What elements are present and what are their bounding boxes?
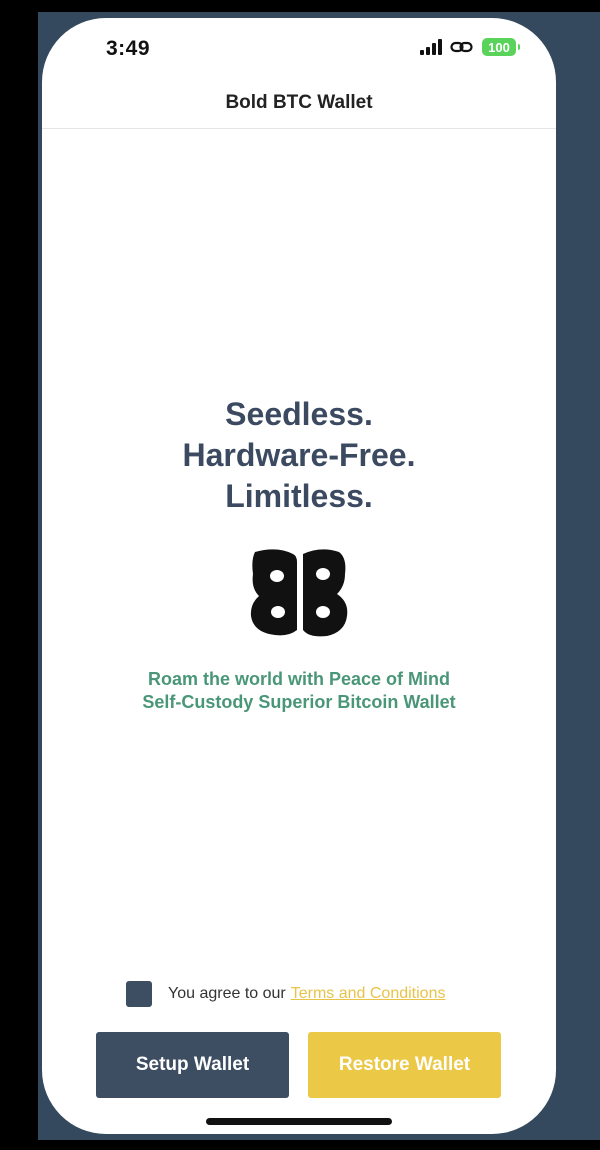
terms-link[interactable]: Terms and Conditions [291, 985, 446, 1003]
bb-logo [247, 546, 351, 638]
battery-icon: 100 [482, 38, 520, 56]
tagline-line-1: Roam the world with Peace of Mind [147, 669, 451, 689]
phone-screen: 3:49 100 Bold BTC Wallet Seedless. Hardw… [42, 18, 556, 1134]
restore-wallet-button[interactable]: Restore Wallet [308, 1032, 501, 1098]
headline: Seedless. Hardware-Free. Limitless. [42, 394, 556, 517]
headline-line-3: Limitless. [225, 478, 373, 514]
status-bar: 3:49 100 [42, 18, 556, 78]
terms-row: You agree to our Terms and Conditions [126, 980, 445, 1008]
nav-title: Bold BTC Wallet [225, 92, 373, 113]
terms-checkbox[interactable] [126, 981, 152, 1007]
headline-line-1: Seedless. [225, 396, 373, 432]
nav-bar: Bold BTC Wallet [42, 78, 556, 129]
link-icon [450, 38, 474, 56]
setup-wallet-button[interactable]: Setup Wallet [96, 1032, 289, 1098]
home-indicator [206, 1118, 392, 1125]
terms-text: You agree to our [168, 985, 286, 1002]
signal-icon [420, 39, 442, 55]
tagline-line-2: Self-Custody Superior Bitcoin Wallet [142, 692, 456, 712]
status-time: 3:49 [106, 37, 151, 60]
status-icons: 100 [420, 38, 520, 56]
tagline: Roam the world with Peace of Mind Self-C… [42, 668, 556, 714]
headline-line-2: Hardware-Free. [182, 437, 416, 473]
